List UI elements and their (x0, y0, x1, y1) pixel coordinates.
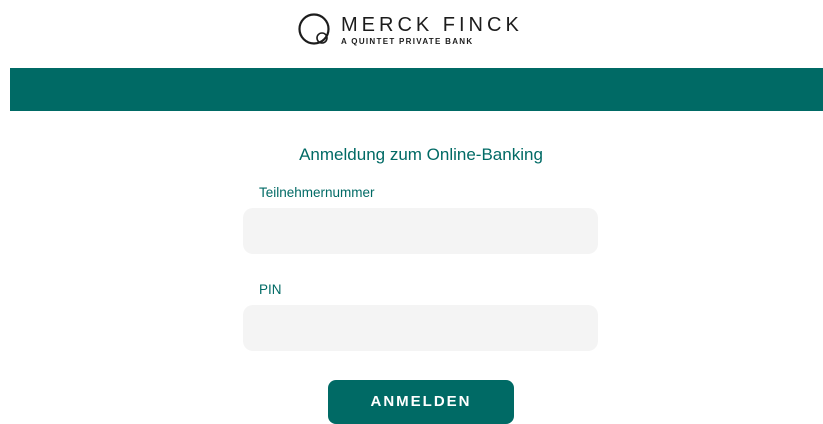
login-title: Anmeldung zum Online-Banking (299, 145, 543, 164)
logo-tagline: A QUINTET PRIVATE BANK (341, 36, 474, 46)
logo-wordmark: MERCK FINCK A QUINTET PRIVATE BANK (341, 14, 523, 47)
participant-number-input[interactable] (243, 208, 598, 254)
participant-number-label: Teilnehmernummer (259, 185, 375, 200)
brand-band (10, 68, 823, 111)
merck-finck-ring-icon (298, 13, 330, 45)
login-button[interactable]: ANMELDEN (328, 380, 514, 424)
login-form: Anmeldung zum Online-Banking Teilnehmern… (0, 111, 823, 424)
site-header: MERCK FINCK A QUINTET PRIVATE BANK (0, 0, 823, 68)
pin-label: PIN (259, 282, 282, 297)
merck-finck-logo[interactable]: MERCK FINCK A QUINTET PRIVATE BANK (297, 8, 523, 52)
pin-input[interactable] (243, 305, 598, 351)
logo-name: MERCK FINCK (341, 13, 523, 36)
